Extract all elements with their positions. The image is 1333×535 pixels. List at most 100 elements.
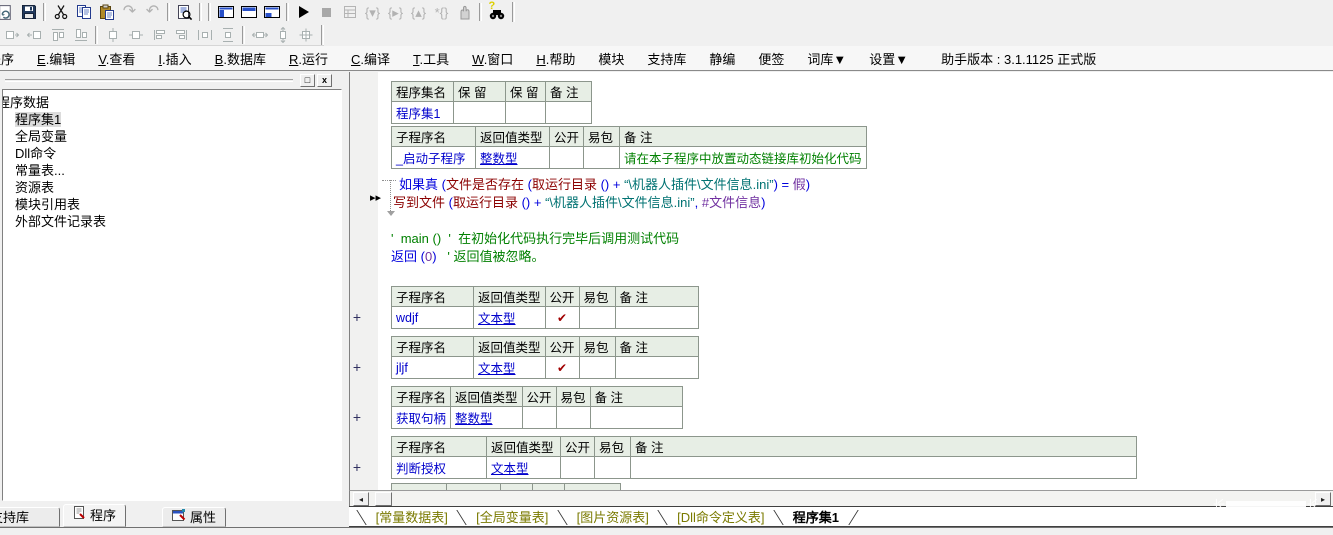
menu-database[interactable]: B.数据库 <box>215 49 266 68</box>
tab-dll-command-table[interactable]: [Dll命令定义表] <box>677 510 764 525</box>
align-bottom-icon[interactable] <box>69 25 92 45</box>
panel-grip[interactable] <box>5 79 293 82</box>
subprogram-name-cell[interactable]: 获取句柄 <box>392 407 451 429</box>
return-type-cell[interactable]: 整数型 <box>476 147 550 169</box>
scrollbar-thumb[interactable] <box>375 492 392 506</box>
code-line-write-file[interactable]: 写到文件 (取运行目录 () + “\机器人插件\文件信息.ini”, #文件信… <box>393 192 765 211</box>
save-icon[interactable] <box>17 2 40 22</box>
tree-item-dll-commands[interactable]: Dll命令 <box>15 145 341 162</box>
note-cell[interactable]: 请在本子程序中放置动态链接库初始化代码 <box>620 147 867 169</box>
window-layout-left-icon[interactable] <box>214 2 237 22</box>
horizontal-scrollbar[interactable]: ◂ ▸ <box>349 490 1333 506</box>
tab-global-var-table[interactable]: [全局变量表] <box>476 510 548 525</box>
note-cell[interactable] <box>631 457 1137 479</box>
menu-view[interactable]: V.查看 <box>98 49 135 68</box>
note-cell[interactable] <box>615 357 698 379</box>
window-layout-split-icon[interactable] <box>260 2 283 22</box>
undo-icon[interactable]: ↶ <box>141 2 164 22</box>
same-width-icon[interactable] <box>248 25 271 45</box>
expand-button[interactable]: + <box>350 310 364 324</box>
easy-pack-cell[interactable] <box>579 307 615 329</box>
public-check-cell[interactable]: ✔ <box>545 307 579 329</box>
menu-static-compile[interactable]: 静编 <box>709 49 735 68</box>
tab-properties[interactable]: 属性 <box>162 507 226 527</box>
return-type-cell[interactable]: 整数型 <box>451 407 523 429</box>
menu-lexicon-dropdown[interactable]: 词库▼ <box>807 49 846 68</box>
cell[interactable] <box>506 102 546 124</box>
menu-edit[interactable]: E.编辑 <box>37 49 75 68</box>
tab-support-library[interactable]: 支持库 <box>0 507 60 527</box>
menu-module[interactable]: 模块 <box>598 49 624 68</box>
same-size-icon[interactable] <box>294 25 317 45</box>
tree-item-assembly1[interactable]: 程序集1 <box>15 111 341 128</box>
redo-icon[interactable]: ↷ <box>118 2 141 22</box>
debug-pages-icon[interactable] <box>338 2 361 22</box>
move-left-icon[interactable] <box>0 25 23 45</box>
reopen-icon[interactable] <box>0 2 17 22</box>
menu-settings-dropdown[interactable]: 设置▼ <box>869 49 908 68</box>
stop-icon[interactable] <box>315 2 338 22</box>
code-line-return[interactable]: 返回 (0) ' 返回值被忽略。 <box>391 246 544 265</box>
public-check-cell[interactable] <box>561 457 595 479</box>
move-right-icon[interactable] <box>23 25 46 45</box>
cell[interactable] <box>546 102 592 124</box>
find-icon[interactable] <box>173 2 196 22</box>
window-layout-top-icon[interactable] <box>237 2 260 22</box>
public-check-cell[interactable] <box>522 407 556 429</box>
menu-insert[interactable]: I.插入 <box>158 49 191 68</box>
center-v-icon[interactable] <box>124 25 147 45</box>
tree-item-resources[interactable]: 资源表 <box>15 179 341 196</box>
menu-program[interactable]: 程序 <box>0 49 14 68</box>
tree-item-constants[interactable]: 常量表... <box>15 162 341 179</box>
expand-button[interactable]: + <box>350 360 364 374</box>
public-check-cell[interactable]: ✔ <box>545 357 579 379</box>
tree-item-module-refs[interactable]: 模块引用表 <box>15 196 341 213</box>
easy-pack-cell[interactable] <box>584 147 620 169</box>
space-h-icon[interactable] <box>193 25 216 45</box>
menu-help[interactable]: H.帮助 <box>536 49 575 68</box>
panel-titlebar[interactable]: □ x <box>0 72 346 89</box>
menu-support-lib[interactable]: 支持库 <box>647 49 686 68</box>
easy-pack-cell[interactable] <box>595 457 631 479</box>
pause-hand-icon[interactable] <box>453 2 476 22</box>
paste-icon[interactable] <box>95 2 118 22</box>
return-type-cell[interactable]: 文本型 <box>487 457 561 479</box>
center-h-icon[interactable] <box>101 25 124 45</box>
align-right-edge-icon[interactable] <box>170 25 193 45</box>
run-icon[interactable] <box>292 2 315 22</box>
scroll-left-button[interactable]: ◂ <box>353 492 369 506</box>
tree-item-external-files[interactable]: 外部文件记录表 <box>15 213 341 230</box>
step-over-icon[interactable]: {▸} <box>384 2 407 22</box>
subprogram-name-cell[interactable]: wdjf <box>392 307 474 329</box>
expand-button[interactable]: + <box>350 410 364 424</box>
copy-icon[interactable] <box>72 2 95 22</box>
code-line-comment[interactable]: ' main () ' 在初始化代码执行完毕后调用测试代码 <box>391 228 679 247</box>
menu-window[interactable]: W.窗口 <box>472 49 513 68</box>
note-cell[interactable] <box>615 307 698 329</box>
subprogram-name-cell[interactable]: _启动子程序 <box>392 147 476 169</box>
menu-run[interactable]: R.运行 <box>289 49 328 68</box>
tab-constant-table[interactable]: [常量数据表] <box>376 510 448 525</box>
expand-button[interactable]: + <box>350 460 364 474</box>
easy-pack-cell[interactable] <box>579 357 615 379</box>
return-type-cell[interactable]: 文本型 <box>474 307 546 329</box>
return-type-cell[interactable]: 文本型 <box>474 357 546 379</box>
step-into-icon[interactable]: {▾} <box>361 2 384 22</box>
menu-notes[interactable]: 便签 <box>758 49 784 68</box>
space-v-icon[interactable] <box>216 25 239 45</box>
help-search-icon[interactable]: ? <box>485 2 508 22</box>
menu-compile[interactable]: C.编译 <box>351 49 390 68</box>
code-line-if[interactable]: 如果真 (文件是否存在 (取运行目录 () + “\机器人插件\文件信息.ini… <box>399 174 810 193</box>
assembly-name-cell[interactable]: 程序集1 <box>392 102 454 124</box>
menu-tools[interactable]: T.工具 <box>413 49 449 68</box>
step-out-icon[interactable]: {▴} <box>407 2 430 22</box>
same-height-icon[interactable] <box>271 25 294 45</box>
cut-icon[interactable] <box>49 2 72 22</box>
note-cell[interactable] <box>590 407 682 429</box>
align-top-icon[interactable] <box>46 25 69 45</box>
tab-program[interactable]: 程序 <box>63 504 126 527</box>
subprogram-name-cell[interactable]: jljf <box>392 357 474 379</box>
public-cell[interactable] <box>550 147 584 169</box>
align-left-edge-icon[interactable] <box>147 25 170 45</box>
maximize-panel-button[interactable]: □ <box>300 74 315 87</box>
